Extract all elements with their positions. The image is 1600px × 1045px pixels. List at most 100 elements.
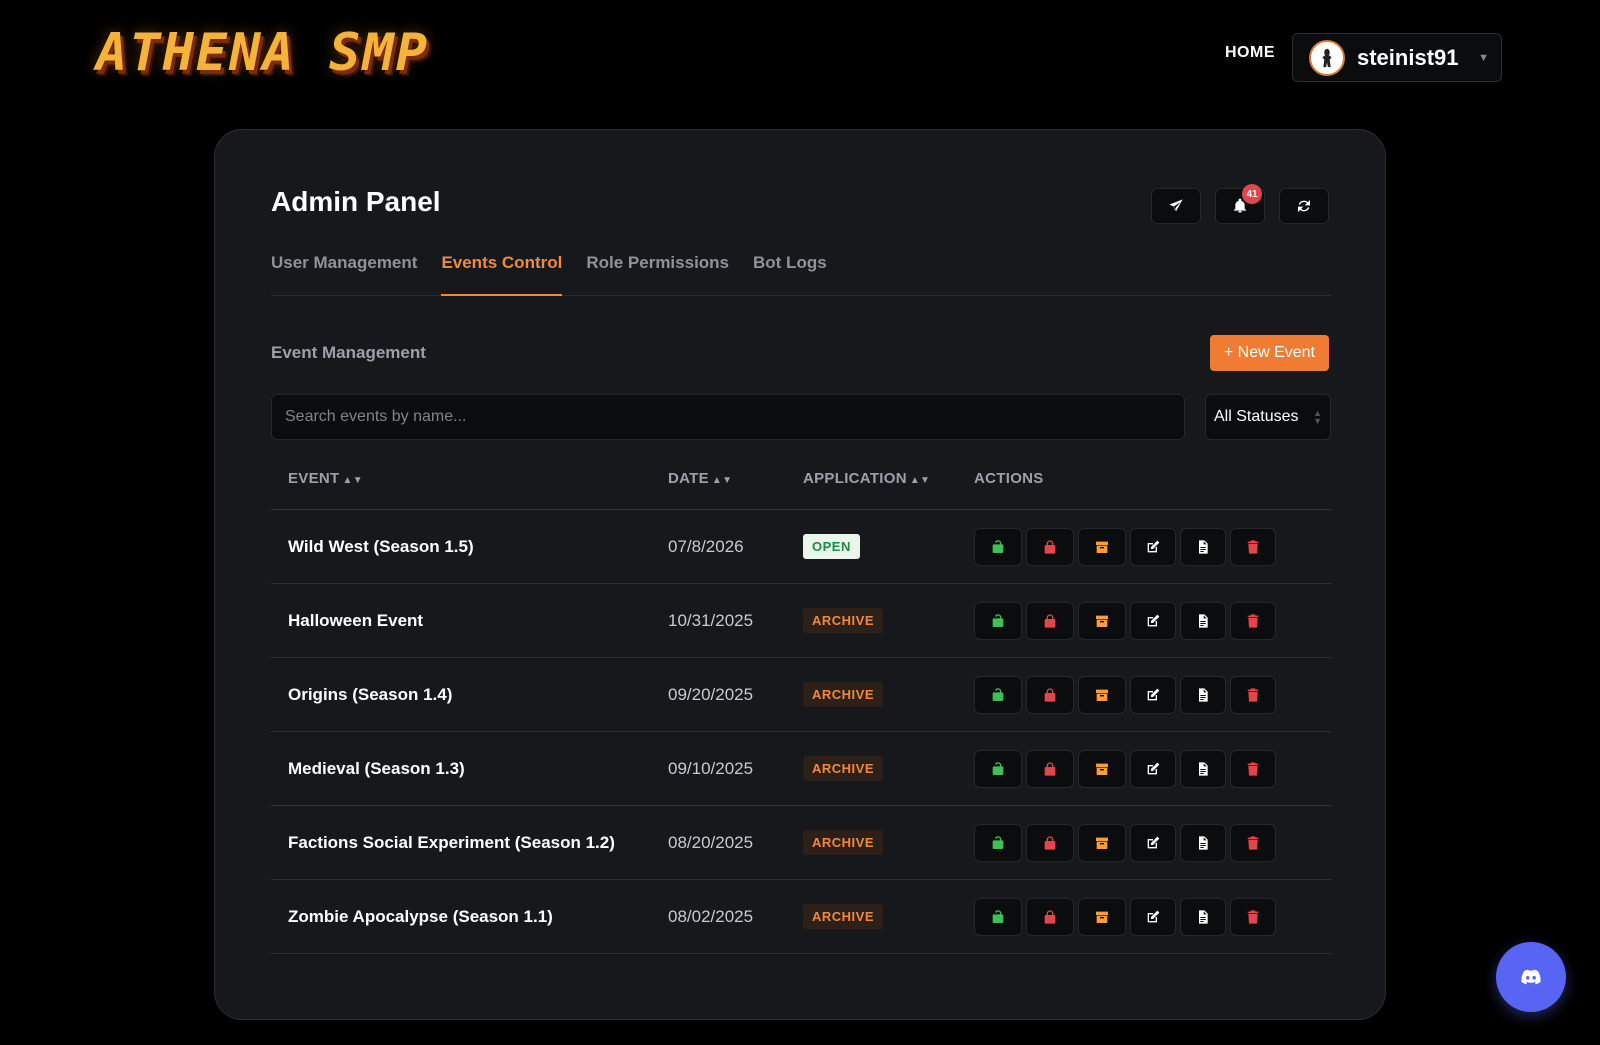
tab-bot-logs[interactable]: Bot Logs [753,248,827,296]
archive-icon [1096,763,1108,775]
document-icon [1199,909,1208,924]
delete-button[interactable] [1230,749,1276,788]
status-filter-value: All Statuses [1214,408,1299,425]
trash-icon [1247,539,1259,554]
row-actions [974,675,1276,714]
open-applications-button[interactable] [974,601,1022,640]
view-applications-button[interactable] [1180,675,1226,714]
table-row: Zombie Apocalypse (Season 1.1) 08/02/2025… [271,880,1331,954]
edit-button[interactable] [1130,527,1176,566]
edit-button[interactable] [1130,897,1176,936]
view-applications-button[interactable] [1180,823,1226,862]
view-applications-button[interactable] [1180,749,1226,788]
unlock-icon [992,613,1004,627]
avatar-figure-icon [1322,48,1332,67]
tab-events-control[interactable]: Events Control [441,248,563,296]
trash-icon [1247,835,1259,850]
tab-user-management[interactable]: User Management [271,248,417,296]
open-applications-button[interactable] [974,675,1022,714]
delete-button[interactable] [1230,823,1276,862]
column-header-application[interactable]: APPLICATION ▲▼ [803,470,974,487]
event-name: Origins (Season 1.4) [288,684,453,704]
status-filter-select[interactable]: All Statuses ▲ ▼ [1205,394,1331,440]
event-name: Wild West (Season 1.5) [288,536,474,556]
status-badge: ARCHIVE [803,682,884,707]
open-applications-button[interactable] [974,823,1022,862]
document-icon [1199,761,1208,776]
nav-home-link[interactable]: HOME [1225,44,1275,62]
user-menu[interactable]: steinist91 ▼ [1292,33,1502,82]
table-row: Wild West (Season 1.5) 07/8/2026 OPEN [271,510,1331,584]
lock-icon [1044,909,1056,924]
discord-icon [1521,969,1541,985]
lock-icon [1044,761,1056,776]
new-event-button[interactable]: + New Event [1209,335,1329,371]
archive-button[interactable] [1078,527,1126,566]
column-header-event[interactable]: EVENT ▲▼ [271,470,668,487]
archive-button[interactable] [1078,823,1126,862]
refresh-icon [1298,200,1310,212]
open-applications-button[interactable] [974,749,1022,788]
close-applications-button[interactable] [1026,823,1074,862]
application-cell: ARCHIVE [803,682,974,707]
chevron-down-icon: ▼ [1478,51,1489,64]
event-date: 09/10/2025 [668,758,754,778]
table-row: Origins (Season 1.4) 09/20/2025 ARCHIVE [271,658,1331,732]
event-name: Zombie Apocalypse (Season 1.1) [288,906,553,926]
search-input[interactable] [271,394,1185,440]
section-title: Event Management [271,343,426,362]
close-applications-button[interactable] [1026,897,1074,936]
delete-button[interactable] [1230,897,1276,936]
open-applications-button[interactable] [974,897,1022,936]
status-badge: ARCHIVE [803,904,884,929]
delete-button[interactable] [1230,675,1276,714]
delete-button[interactable] [1230,601,1276,640]
event-date: 07/8/2026 [668,536,744,556]
username: steinist91 [1357,44,1459,70]
sort-icon: ▲▼ [342,475,363,486]
archive-icon [1096,541,1108,553]
archive-button[interactable] [1078,675,1126,714]
view-applications-button[interactable] [1180,897,1226,936]
tab-role-permissions[interactable]: Role Permissions [586,248,729,296]
delete-button[interactable] [1230,527,1276,566]
application-cell: ARCHIVE [803,904,974,929]
open-applications-button[interactable] [974,527,1022,566]
sort-icon: ▲▼ [909,475,931,486]
archive-button[interactable] [1078,601,1126,640]
refresh-button[interactable] [1279,188,1329,224]
archive-icon [1096,911,1108,923]
view-applications-button[interactable] [1180,527,1226,566]
application-cell: OPEN [803,534,974,559]
close-applications-button[interactable] [1026,675,1074,714]
edit-button[interactable] [1130,675,1176,714]
sort-icon: ▲▼ [711,475,733,486]
unlock-icon [992,761,1004,775]
column-header-date[interactable]: DATE ▲▼ [668,470,803,487]
document-icon [1199,539,1208,554]
archive-icon [1096,837,1108,849]
close-applications-button[interactable] [1026,527,1074,566]
edit-icon [1147,836,1160,848]
event-date: 08/20/2025 [668,832,754,852]
row-actions [974,897,1276,936]
view-applications-button[interactable] [1180,601,1226,640]
unlock-icon [992,539,1004,553]
lock-icon [1044,613,1056,628]
site-logo[interactable]: ATHENA SMP [96,22,429,84]
close-applications-button[interactable] [1026,601,1074,640]
discord-button[interactable] [1496,942,1566,1012]
send-button[interactable] [1151,188,1201,224]
archive-button[interactable] [1078,897,1126,936]
notifications-button[interactable]: 41 [1215,184,1265,224]
edit-button[interactable] [1130,601,1176,640]
edit-icon [1147,614,1160,626]
table-header: EVENT ▲▼ DATE ▲▼ APPLICATION ▲▼ ACTIONS [271,470,1331,510]
close-applications-button[interactable] [1026,749,1074,788]
select-arrows-icon: ▲ ▼ [1313,408,1322,426]
archive-button[interactable] [1078,749,1126,788]
edit-button[interactable] [1130,823,1176,862]
avatar [1309,39,1345,76]
edit-button[interactable] [1130,749,1176,788]
send-icon [1169,199,1183,212]
